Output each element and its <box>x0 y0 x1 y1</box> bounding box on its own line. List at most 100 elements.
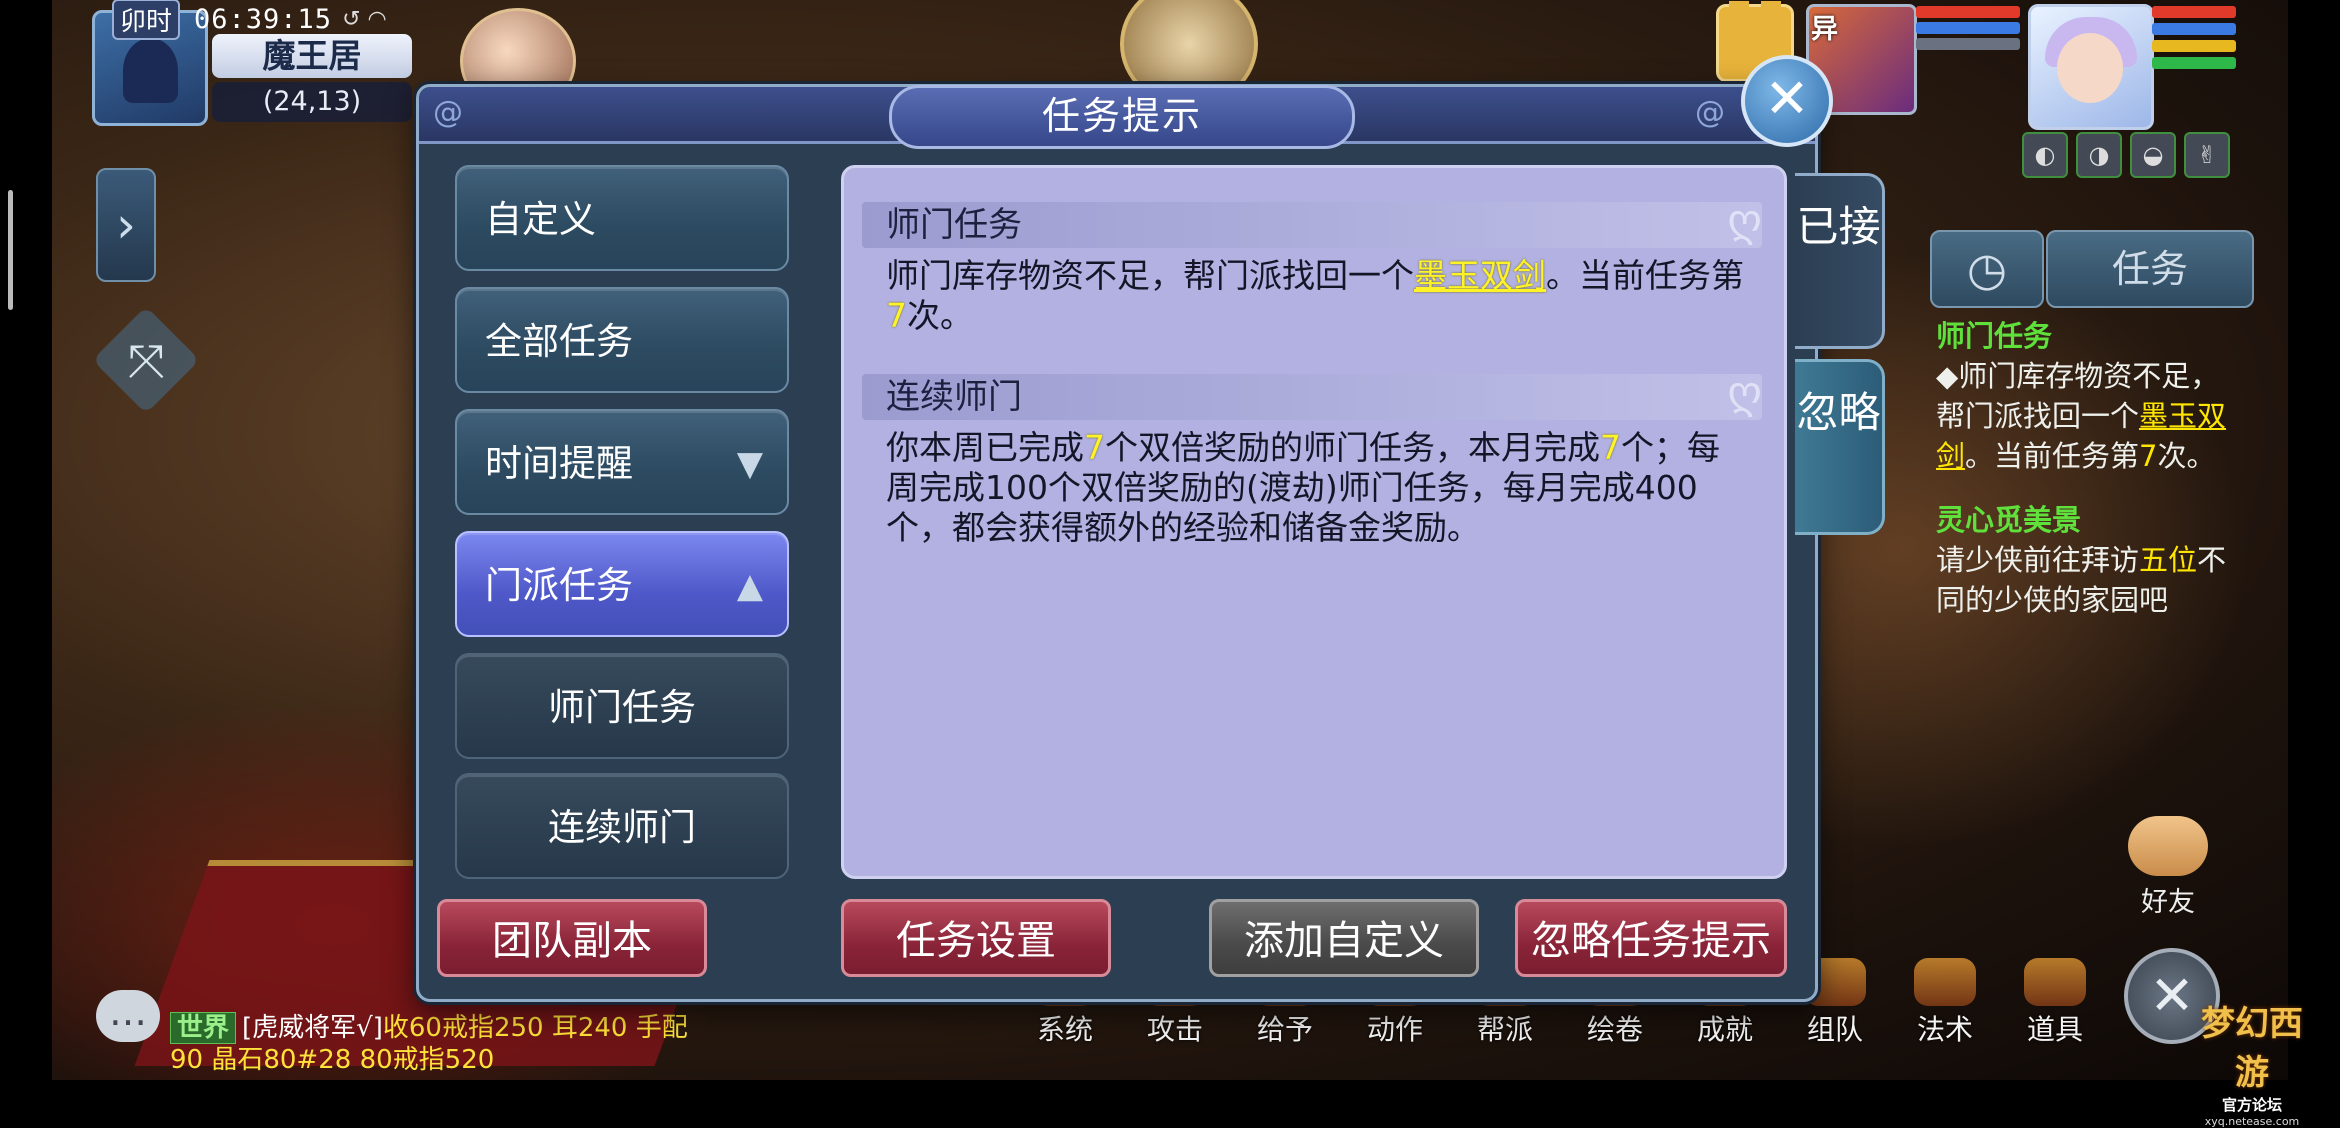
nav-sect-tasks[interactable]: 门派任务 ▲ <box>455 531 789 637</box>
body-text: 次。 <box>907 296 973 335</box>
body-text: 你本周已完成 <box>886 428 1084 467</box>
quest-tip-dialog: @ @ 任务提示 ✕ 自定义 全部任务 时间提醒 ▼ 门派任务 ▲ 师门任务 连… <box>416 55 1885 1002</box>
teammate-exp-bar <box>1916 38 2020 50</box>
teammate-badge: 异 <box>1811 14 1838 45</box>
tab-ignored[interactable]: 忽略 <box>1795 359 1885 535</box>
teammate-mp-bar <box>1916 22 2020 34</box>
tracker-quest-1-title[interactable]: 师门任务 <box>1936 316 2236 356</box>
nav-label: 师门任务 <box>548 686 696 729</box>
menu-label: 道具 <box>2026 1013 2083 1046</box>
map-name[interactable]: 魔王居 <box>212 34 412 78</box>
logo-title: 梦幻西游 <box>2201 1004 2303 1093</box>
nav-all-tasks[interactable]: 全部任务 <box>455 287 789 393</box>
section-body: 师门库存物资不足，帮门派找回一个墨玉双剑。当前任务第 7次。 <box>886 256 1746 336</box>
teammate-hp-bar <box>1916 6 2020 18</box>
location-panel[interactable]: 卯时 06:39:15 ↺ ◠ 魔王居 (24,13) <box>92 0 417 126</box>
teammate-bars <box>1916 6 2020 54</box>
player-exp-bar <box>2152 57 2236 69</box>
player-bars <box>2152 6 2236 74</box>
network-icon: ↺ ◠ <box>342 6 387 32</box>
player-sp-bar <box>2152 40 2236 52</box>
logo-subtitle: 官方论坛 <box>2221 1096 2282 1114</box>
menu-label: 系统 <box>1036 1013 1093 1046</box>
screen-right-bar <box>2288 0 2340 1080</box>
ignore-task-tips-button[interactable]: 忽略任务提示 <box>1515 899 1787 977</box>
item-link[interactable]: 墨玉双剑 <box>1414 256 1546 295</box>
tracker-text: 次。 <box>2157 439 2216 473</box>
player-mp-bar <box>2152 23 2236 35</box>
chat-line[interactable]: 世界 [虎威将军√]收60戒指250 耳240 手配90 晶石80#28 80戒指… <box>170 1012 710 1076</box>
menu-label: 动作 <box>1366 1013 1423 1046</box>
stopwatch-icon[interactable]: ◷ <box>1930 230 2044 308</box>
dialog-title: 任务提示 <box>889 85 1355 149</box>
time-row: 卯时 06:39:15 ↺ ◠ <box>112 0 387 40</box>
buff-1-icon[interactable]: ◐ <box>2022 132 2068 178</box>
quest-detail-panel: 师门任务 ღ 师门库存物资不足，帮门派找回一个墨玉双剑。当前任务第7次。 连续师… <box>841 165 1787 879</box>
tracker-quest-2-body[interactable]: 请少侠前往拜访五位不同的少侠的家园吧 <box>1936 540 2236 620</box>
body-text: 师门库存物资不足，帮门派找回一个 <box>886 256 1414 295</box>
body-text: 。当前任务第 <box>1546 256 1744 295</box>
nav-time-reminder[interactable]: 时间提醒 ▼ <box>455 409 789 515</box>
tracker-text: 请少侠前往拜访 <box>1936 543 2140 577</box>
chat-bubble-icon[interactable]: … <box>96 990 160 1042</box>
section-heading: 连续师门 ღ <box>862 370 1762 420</box>
count-value: 7 <box>886 296 907 335</box>
expand-left-arrow-icon[interactable]: › <box>96 168 156 282</box>
tracker-quest-1-body[interactable]: ◆师门库存物资不足，帮门派找回一个墨玉双剑。当前任务第7次。 <box>1936 356 2236 476</box>
quest-category-list[interactable]: 自定义 全部任务 时间提醒 ▼ 门派任务 ▲ 师门任务 连续师门 <box>455 165 791 943</box>
count-value: 7 <box>1084 428 1105 467</box>
tracker-count: 7 <box>2139 439 2158 473</box>
menu-label: 法术 <box>1916 1013 1973 1046</box>
menu-items[interactable]: 道具 <box>2000 958 2110 1048</box>
tracker-count: 五位 <box>2139 543 2198 577</box>
player-hp-bar <box>2152 6 2236 18</box>
section-heading-text: 连续师门 <box>886 377 1022 417</box>
nav-label: 自定义 <box>485 198 596 241</box>
nav-custom[interactable]: 自定义 <box>455 165 789 271</box>
dialog-titlebar: @ @ 任务提示 <box>419 85 1815 149</box>
quest-tracker[interactable]: 师门任务 ◆师门库存物资不足，帮门派找回一个墨玉双剑。当前任务第7次。 灵心觅美… <box>1936 316 2236 620</box>
menu-label: 攻击 <box>1146 1013 1203 1046</box>
tracker-quest-2-title[interactable]: 灵心觅美景 <box>1936 500 2236 540</box>
count-value: 7 <box>1600 428 1621 467</box>
menu-label: 成就 <box>1696 1013 1753 1046</box>
nav-sub-master-task[interactable]: 师门任务 <box>455 653 789 759</box>
section-heading: 师门任务 ღ <box>862 198 1762 248</box>
add-custom-button[interactable]: 添加自定义 <box>1209 899 1479 977</box>
cloud-swirl-icon: ღ <box>1727 195 1762 246</box>
buff-3-icon[interactable]: ◒ <box>2130 132 2176 178</box>
cloud-swirl-icon: ღ <box>1727 367 1762 418</box>
chat-speaker[interactable]: [虎威将军√] <box>242 1013 383 1043</box>
tab-accepted[interactable]: 已接 <box>1795 173 1885 349</box>
menu-label: 给予 <box>1256 1013 1313 1046</box>
buff-4-icon[interactable]: ✌ <box>2184 132 2230 178</box>
game-logo: 梦幻西游 官方论坛 xyq.netease.com <box>2196 996 2308 1128</box>
nav-label: 全部任务 <box>485 320 633 363</box>
nav-label: 连续师门 <box>548 806 696 849</box>
shichen-label: 卯时 <box>112 0 181 40</box>
side-handle[interactable] <box>8 190 13 310</box>
friends-button[interactable]: 好友 <box>2120 816 2216 918</box>
logo-url: xyq.netease.com <box>2204 1115 2300 1128</box>
menu-spell[interactable]: 法术 <box>1890 958 2000 1048</box>
buff-row: ◐ ◑ ◒ ✌ <box>2022 132 2230 178</box>
friends-label: 好友 <box>2141 887 2195 918</box>
team-dungeon-button[interactable]: 团队副本 <box>437 899 707 977</box>
buff-2-icon[interactable]: ◑ <box>2076 132 2122 178</box>
nav-label: 时间提醒 <box>485 442 633 485</box>
player-avatar[interactable] <box>2028 4 2154 130</box>
chevron-up-icon: ▲ <box>736 566 763 606</box>
section-body: 你本周已完成7个双倍奖励的师门任务，本月完成7个；每周完成100个双倍奖励的(渡… <box>886 428 1746 548</box>
chest-icon <box>2024 958 2086 1006</box>
task-settings-button[interactable]: 任务设置 <box>841 899 1111 977</box>
tracker-tab-tasks[interactable]: 任务 <box>2046 230 2254 308</box>
map-coordinates: (24,13) <box>212 82 412 122</box>
nav-label: 门派任务 <box>485 564 633 607</box>
nav-sub-continuous[interactable]: 连续师门 <box>455 773 789 879</box>
handshake-icon <box>2128 816 2208 876</box>
menu-label: 组队 <box>1806 1013 1863 1046</box>
dialog-close-button[interactable]: ✕ <box>1741 55 1833 147</box>
body-text: 个双倍奖励的师门任务，本月完成 <box>1105 428 1600 467</box>
chat-channel[interactable]: 世界 <box>170 1012 237 1044</box>
chevron-down-icon: ▼ <box>736 444 763 484</box>
